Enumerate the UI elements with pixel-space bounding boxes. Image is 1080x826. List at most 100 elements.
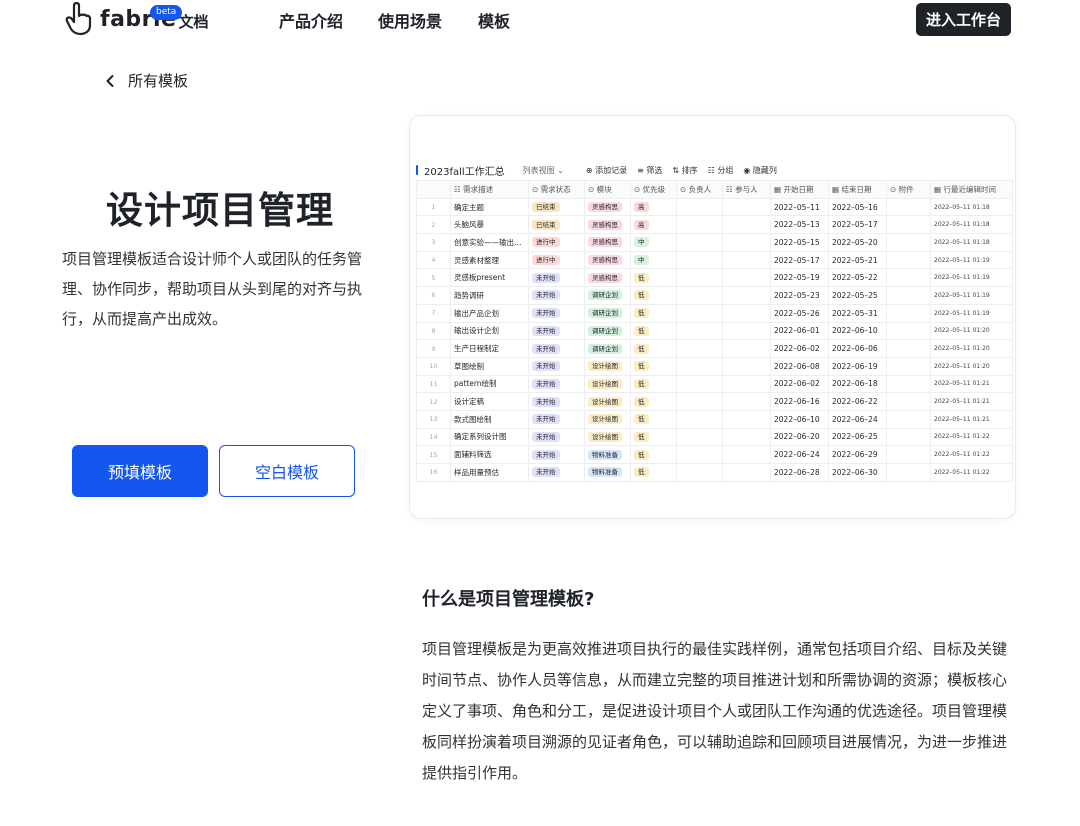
edited-cell: 2022–05–11 01:18 <box>930 197 1013 217</box>
start-date-cell: 2022–06–01 <box>770 321 829 341</box>
module-tag: 调研企划 <box>588 308 622 319</box>
end-date-cell: 2022–06–25 <box>828 427 887 447</box>
table-row: 15 面辅料筛选 未开始 物料准备 低 2022–06–24 2022–06–29 2022–… <box>416 445 1013 464</box>
chevron-left-icon <box>106 74 114 87</box>
desc-cell: 创意实验——输出… <box>450 233 529 252</box>
end-date-cell: 2022–05–17 <box>828 215 887 235</box>
status-cell: 未开始 <box>528 356 585 376</box>
header-cell: ▦ 行最近编辑时间 <box>930 180 1013 199</box>
owner-cell <box>676 321 723 341</box>
end-date-cell: 2022–06–30 <box>828 463 887 482</box>
row-index: 5 <box>416 268 451 288</box>
end-date-cell: 2022–06–06 <box>828 339 887 358</box>
participants-cell <box>722 233 771 252</box>
start-date-cell: 2022–06–16 <box>770 392 829 411</box>
row-index: 1 <box>416 197 451 217</box>
participants-cell <box>722 356 771 376</box>
status-cell: 未开始 <box>528 409 585 429</box>
priority-tag: 低 <box>634 396 649 407</box>
brand-logo[interactable]: fabrie 文档 <box>64 2 209 36</box>
module-tag: 设计绘图 <box>588 431 622 442</box>
participants-cell <box>722 321 771 341</box>
priority-cell: 低 <box>630 392 677 411</box>
status-tag: 未开始 <box>532 325 560 336</box>
blank-template-button[interactable]: 空白模板 <box>219 445 355 497</box>
priority-cell: 低 <box>630 268 677 288</box>
module-cell: 设计绘图 <box>584 374 631 394</box>
prefilled-template-button[interactable]: 预填模板 <box>72 445 208 497</box>
status-cell: 未开始 <box>528 339 585 358</box>
end-date-cell: 2022–05–16 <box>828 197 887 217</box>
header-cell: ▦ 结束日期 <box>828 180 887 199</box>
priority-tag: 低 <box>634 414 649 425</box>
participants-cell <box>722 392 771 411</box>
edited-cell: 2022–05–11 01:21 <box>930 409 1013 429</box>
row-index: 14 <box>416 427 451 447</box>
participants-cell <box>722 409 771 429</box>
priority-cell: 高 <box>630 197 677 217</box>
enter-workspace-button[interactable]: 进入工作台 <box>916 3 1011 36</box>
desc-cell: 设计定稿 <box>450 392 529 411</box>
participants-cell <box>722 286 771 305</box>
sheet-toolbar: 2023fall工作汇总 列表视图 ⌄ ⊕ 添加记录 ≡ 筛选 ⇅ 排序 ☷ 分… <box>416 160 1011 180</box>
owner-cell <box>676 268 723 288</box>
header-cell: ⊙ 需求状态 <box>528 180 585 199</box>
desc-cell: 款式图绘制 <box>450 409 529 429</box>
start-date-cell: 2022–05–19 <box>770 268 829 288</box>
priority-cell: 低 <box>630 463 677 482</box>
header-index <box>416 180 451 199</box>
table-row: 10 草图绘制 未开始 设计绘图 低 2022–06–08 2022–06–19 2022–0… <box>416 356 1013 376</box>
edited-cell: 2022–05–11 01:22 <box>930 445 1013 464</box>
owner-cell <box>676 233 723 252</box>
status-tag: 未开始 <box>532 272 560 283</box>
table-row: 14 确定系列设计图 未开始 设计绘图 低 2022–06–20 2022–06–25 202… <box>416 427 1013 447</box>
priority-tag: 低 <box>634 467 649 478</box>
header-cell: ⊙ 模块 <box>584 180 631 199</box>
attachment-cell <box>886 268 931 288</box>
edited-cell: 2022–05–11 01:20 <box>930 339 1013 358</box>
end-date-cell: 2022–05–31 <box>828 303 887 323</box>
back-to-all-templates[interactable]: 所有模板 <box>104 70 188 91</box>
header-cell: ⊙ 负责人 <box>676 180 723 199</box>
attachment-cell <box>886 463 931 482</box>
module-tag: 调研企划 <box>588 325 622 336</box>
group-action: ☷ 分组 <box>707 165 734 175</box>
module-tag: 灵感构思 <box>588 219 622 230</box>
owner-cell <box>676 392 723 411</box>
status-cell: 未开始 <box>528 303 585 323</box>
participants-cell <box>722 268 771 288</box>
table-row: 2 头脑风暴 已结束 灵感构思 高 2022–05–13 2022–05–17 2022–05… <box>416 215 1013 235</box>
module-tag: 灵感构思 <box>588 272 622 283</box>
attachment-cell <box>886 286 931 305</box>
section-heading: 什么是项目管理模板? <box>422 589 595 610</box>
priority-tag: 低 <box>634 290 649 301</box>
end-date-cell: 2022–06–22 <box>828 392 887 411</box>
status-tag: 未开始 <box>532 467 560 478</box>
start-date-cell: 2022–06–08 <box>770 356 829 376</box>
nav-product-intro[interactable]: 产品介绍 <box>279 8 343 32</box>
attachment-cell <box>886 427 931 447</box>
edited-cell: 2022–05–11 01:22 <box>930 427 1013 447</box>
edited-cell: 2022–05–11 01:19 <box>930 268 1013 288</box>
start-date-cell: 2022–06–10 <box>770 409 829 429</box>
edited-cell: 2022–05–11 01:19 <box>930 303 1013 323</box>
priority-tag: 低 <box>634 449 649 460</box>
row-index: 10 <box>416 356 451 376</box>
module-tag: 设计绘图 <box>588 361 622 372</box>
sort-action: ⇅ 排序 <box>672 165 698 175</box>
status-cell: 已结束 <box>528 197 585 217</box>
nav-use-cases[interactable]: 使用场景 <box>378 8 442 32</box>
table-row: 6 趋势调研 未开始 调研企划 低 2022–05–23 2022–05–25 2022–05… <box>416 286 1013 305</box>
end-date-cell: 2022–05–25 <box>828 286 887 305</box>
start-date-cell: 2022–06–28 <box>770 463 829 482</box>
row-index: 2 <box>416 215 451 235</box>
nav-templates[interactable]: 模板 <box>478 8 510 32</box>
module-cell: 调研企划 <box>584 286 631 305</box>
end-date-cell: 2022–06–24 <box>828 409 887 429</box>
owner-cell <box>676 427 723 447</box>
owner-cell <box>676 409 723 429</box>
table-row: 4 灵感素材整理 进行中 灵感构思 中 2022–05–17 2022–05–21 2022–… <box>416 250 1013 270</box>
header-cell: ⊙ 附件 <box>886 180 931 199</box>
end-date-cell: 2022–05–22 <box>828 268 887 288</box>
header-cell: ☷ 需求描述 <box>450 180 529 199</box>
